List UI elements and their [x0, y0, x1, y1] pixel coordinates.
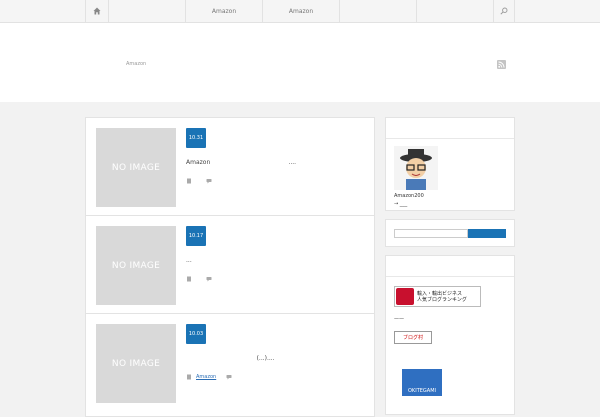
comment-icon[interactable] [226, 374, 232, 380]
site-header: Amazon [0, 23, 600, 102]
okitegami-banner[interactable]: OKITEGAMI [402, 369, 442, 396]
document-icon [186, 374, 192, 380]
avatar[interactable] [394, 146, 438, 190]
post-meta [186, 177, 212, 184]
post-date: 10.03 [186, 324, 206, 344]
document-icon [186, 276, 192, 282]
banner-line-2: 人気ブログランキング [417, 296, 467, 303]
post-date: 10.31 [186, 128, 206, 148]
post-thumbnail[interactable]: NO IMAGE [96, 128, 176, 207]
post-category[interactable]: Amazon [196, 374, 216, 380]
post-meta [186, 275, 212, 282]
nav-item-1[interactable] [108, 0, 185, 22]
ranking-banner[interactable]: 輸入・輸出ビジネス 人気ブログランキング [394, 286, 481, 307]
post-thumbnail[interactable]: NO IMAGE [96, 226, 176, 305]
top-nav: Amazon Amazon [0, 0, 600, 23]
post-excerpt: ... [186, 257, 192, 264]
profile-name: Amazon200 [394, 193, 424, 199]
post-excerpt: (...).... [186, 355, 275, 362]
nav-item-4[interactable] [339, 0, 416, 22]
search-input[interactable] [394, 229, 468, 238]
profile-more-link[interactable]: → ___ [394, 201, 407, 207]
site-description: Amazon [126, 61, 147, 67]
nav-item-amazon-2[interactable]: Amazon [262, 0, 339, 22]
post-thumbnail[interactable]: NO IMAGE [96, 324, 176, 403]
search-button[interactable] [468, 229, 506, 238]
search-icon[interactable] [493, 0, 515, 22]
post-excerpt: Amazon .... [186, 159, 297, 166]
profile-widget: Amazon200 → ___ [385, 117, 515, 211]
nav-item-amazon-1[interactable]: Amazon [185, 0, 262, 22]
nav-item-5[interactable] [416, 0, 493, 22]
home-icon[interactable] [85, 0, 108, 22]
banner-caption: —— [394, 316, 404, 322]
post-item[interactable]: NO IMAGE 10.17 ... [86, 216, 374, 314]
banners-widget: 輸入・輸出ビジネス 人気ブログランキング —— ブログ村 OKITEGAMI [385, 255, 515, 415]
comment-icon[interactable] [206, 276, 212, 282]
ranking-logo-icon [396, 288, 414, 305]
post-date: 10.17 [186, 226, 206, 246]
search-widget [385, 219, 515, 247]
blogmura-banner[interactable]: ブログ村 [394, 331, 432, 344]
post-item[interactable]: NO IMAGE 10.03 (...).... Amazon [86, 314, 374, 412]
widget-header [386, 118, 514, 139]
post-meta: Amazon [186, 373, 232, 380]
document-icon [186, 178, 192, 184]
rss-icon[interactable] [497, 60, 506, 69]
widget-header [386, 256, 514, 277]
post-item[interactable]: NO IMAGE 10.31 Amazon .... [86, 118, 374, 216]
comment-icon[interactable] [206, 178, 212, 184]
post-list: NO IMAGE 10.31 Amazon .... NO IMAGE 10.1… [85, 117, 375, 417]
